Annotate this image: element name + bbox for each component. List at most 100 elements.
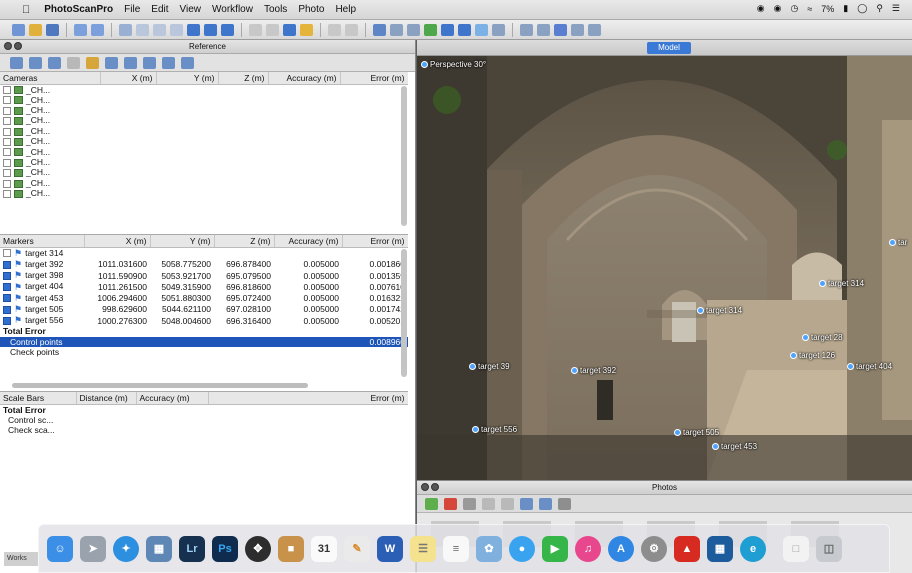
sync-icon[interactable]: ◉ xyxy=(774,3,782,14)
marker-checkbox[interactable] xyxy=(3,249,11,258)
model-tab[interactable]: Model xyxy=(647,42,691,54)
document-icon[interactable]: □ xyxy=(783,535,809,562)
column-header[interactable]: Error (m) xyxy=(208,392,408,405)
menu-workflow[interactable]: Workflow xyxy=(212,4,253,15)
column-header[interactable]: X (m) xyxy=(100,72,157,85)
dense-cloud-icon[interactable] xyxy=(390,23,403,36)
move-object-icon[interactable] xyxy=(187,23,200,36)
export-icon[interactable] xyxy=(29,56,42,69)
model-marker-label[interactable]: target 453 xyxy=(712,442,757,451)
wireframe-icon[interactable] xyxy=(441,23,454,36)
circle-select-icon[interactable] xyxy=(153,23,166,36)
menu-edit[interactable]: Edit xyxy=(151,4,168,15)
undo-icon[interactable] xyxy=(74,23,87,36)
camera-row[interactable]: _CH... xyxy=(0,188,408,198)
close-panel-icon[interactable] xyxy=(4,42,12,50)
marker-row[interactable]: ⚑ target 453 1006.294600 5051.880300 695.072… xyxy=(0,293,408,304)
camera-checkbox[interactable] xyxy=(3,179,11,188)
camera-row[interactable]: _CH... xyxy=(0,157,408,167)
scalebar-check-row[interactable]: Check sca... xyxy=(0,425,408,435)
draw-polygon-icon[interactable] xyxy=(283,23,296,36)
column-header[interactable]: Accuracy (m) xyxy=(274,235,343,248)
import-icon[interactable] xyxy=(10,56,23,69)
marker-row[interactable]: ⚑ target 404 1011.261500 5049.315900 696.818… xyxy=(0,281,408,292)
calendar-icon[interactable]: 31 xyxy=(311,535,337,562)
point-cloud-icon[interactable] xyxy=(373,23,386,36)
finder-icon[interactable]: ☺ xyxy=(47,535,73,562)
scalebar-control-row[interactable]: Control sc... xyxy=(0,415,408,425)
camera-row[interactable]: _CH... xyxy=(0,126,408,136)
free-select-icon[interactable] xyxy=(170,23,183,36)
camera-checkbox[interactable] xyxy=(3,189,11,198)
new-icon[interactable] xyxy=(12,23,25,36)
acrobat-icon[interactable]: ▲ xyxy=(674,535,700,562)
camera-row[interactable]: _CH... xyxy=(0,178,408,188)
textured-icon[interactable] xyxy=(458,23,471,36)
menu-file[interactable]: File xyxy=(124,4,140,15)
lightroom-icon[interactable]: Lr xyxy=(179,535,205,562)
model-marker-label[interactable]: target 126 xyxy=(790,351,835,360)
solid-icon[interactable] xyxy=(424,23,437,36)
marker-checkbox[interactable] xyxy=(3,260,11,269)
contacts-icon[interactable]: ■ xyxy=(278,535,304,562)
user-icon[interactable]: ◯ xyxy=(857,3,867,14)
camera-checkbox[interactable] xyxy=(3,117,11,126)
marker-checkbox[interactable] xyxy=(3,271,11,280)
pencil-icon[interactable] xyxy=(300,23,313,36)
settings-icon[interactable] xyxy=(86,56,99,69)
cameras-scrollbar[interactable] xyxy=(401,86,407,226)
column-header[interactable]: Error (m) xyxy=(340,72,408,85)
app-store-icon[interactable]: A xyxy=(608,535,634,562)
markers-horizontal-scrollbar[interactable] xyxy=(12,383,308,388)
show-trackball-icon[interactable] xyxy=(571,23,584,36)
marker-row[interactable]: ⚑ target 398 1011.590900 5053.921700 695.079… xyxy=(0,270,408,281)
rectangle-select-icon[interactable] xyxy=(136,23,149,36)
optimize-cameras-icon[interactable] xyxy=(105,56,118,69)
battery-icon[interactable]: ▮ xyxy=(843,3,848,14)
camera-row[interactable]: _CH... xyxy=(0,146,408,157)
edge-browser-icon[interactable]: e xyxy=(740,535,766,562)
model-marker-label[interactable]: target 505 xyxy=(674,428,719,437)
save-icon[interactable] xyxy=(46,23,59,36)
column-header[interactable]: Y (m) xyxy=(150,235,215,248)
navigation-icon[interactable] xyxy=(119,23,132,36)
column-header[interactable]: Y (m) xyxy=(156,72,219,85)
model-marker-label[interactable]: target 392 xyxy=(571,366,616,375)
clear-icon[interactable] xyxy=(48,56,61,69)
trash-icon[interactable]: ◫ xyxy=(816,535,842,562)
camera-checkbox[interactable] xyxy=(3,86,11,95)
model-marker-label[interactable]: tar xyxy=(889,238,907,247)
preview-icon[interactable]: ▦ xyxy=(146,535,172,562)
menu-tools[interactable]: Tools xyxy=(264,4,287,15)
system-preferences-icon[interactable]: ⚙ xyxy=(641,535,667,562)
model-viewport[interactable]: Perspective 30° target 314 target 39 tar… xyxy=(417,40,912,480)
camera-checkbox[interactable] xyxy=(3,148,11,157)
camera-checkbox[interactable] xyxy=(3,158,11,167)
menu-photo[interactable]: Photo xyxy=(298,4,324,15)
model-marker-label[interactable]: target 28 xyxy=(802,333,843,342)
shaded-icon[interactable] xyxy=(407,23,420,36)
ruler-icon[interactable] xyxy=(249,23,262,36)
pages-icon[interactable]: ✎ xyxy=(344,535,370,562)
word-icon[interactable]: W xyxy=(377,535,403,562)
wifi-icon[interactable]: ≈ xyxy=(807,4,812,14)
marker-row[interactable]: ⚑ target 314 xyxy=(0,247,408,259)
column-header[interactable]: Markers xyxy=(0,235,85,248)
show-region-icon[interactable] xyxy=(554,23,567,36)
redo-icon[interactable] xyxy=(91,23,104,36)
photoshop-icon[interactable]: Ps xyxy=(212,535,238,562)
view-estimated-icon[interactable] xyxy=(143,56,156,69)
model-marker-label[interactable]: target 556 xyxy=(472,425,517,434)
compass-icon[interactable]: ✥ xyxy=(245,535,271,562)
show-cameras-icon[interactable] xyxy=(520,23,533,36)
column-header[interactable]: X (m) xyxy=(84,235,151,248)
open-icon[interactable] xyxy=(29,23,42,36)
reset-filter-icon[interactable] xyxy=(520,497,533,510)
menu-view[interactable]: View xyxy=(180,4,202,15)
column-header[interactable]: Error (m) xyxy=(342,235,408,248)
rotate-object-icon[interactable] xyxy=(204,23,217,36)
update-transform-icon[interactable] xyxy=(181,56,194,69)
model-marker-label[interactable]: target 314 xyxy=(819,279,864,288)
launchpad-icon[interactable]: ➤ xyxy=(80,535,106,562)
tiled-model-icon[interactable] xyxy=(475,23,488,36)
